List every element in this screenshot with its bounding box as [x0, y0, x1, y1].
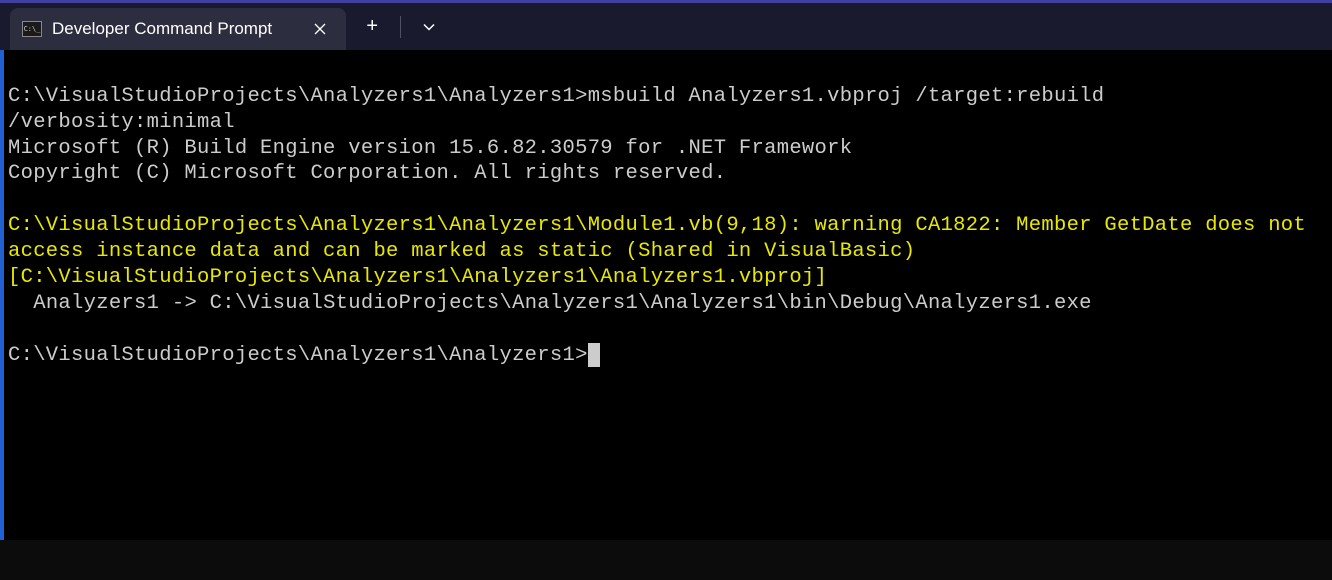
terminal-icon: C:\_ [22, 21, 42, 37]
warning-line: C:\VisualStudioProjects\Analyzers1\Analy… [8, 213, 1328, 290]
bottom-area [0, 540, 1332, 580]
build-engine-line: Microsoft (R) Build Engine version 15.6.… [8, 136, 1328, 162]
active-tab[interactable]: C:\_ Developer Command Prompt [10, 8, 346, 50]
titlebar-buttons: + [346, 3, 455, 50]
copyright-line: Copyright (C) Microsoft Corporation. All… [8, 161, 1328, 187]
titlebar: C:\_ Developer Command Prompt + [0, 0, 1332, 50]
output-line: Analyzers1 -> C:\VisualStudioProjects\An… [8, 291, 1328, 317]
tab-title: Developer Command Prompt [52, 19, 272, 39]
terminal-output[interactable]: C:\VisualStudioProjects\Analyzers1\Analy… [0, 50, 1332, 540]
prompt-line-1: C:\VisualStudioProjects\Analyzers1\Analy… [8, 85, 1117, 134]
divider [400, 16, 401, 38]
close-tab-icon[interactable] [310, 19, 330, 39]
new-tab-button[interactable]: + [358, 13, 386, 41]
tab-dropdown-button[interactable] [415, 13, 443, 41]
prompt-line-2: C:\VisualStudioProjects\Analyzers1\Analy… [8, 344, 588, 367]
tab-area: C:\_ Developer Command Prompt + [10, 3, 1332, 50]
cursor [588, 343, 600, 367]
